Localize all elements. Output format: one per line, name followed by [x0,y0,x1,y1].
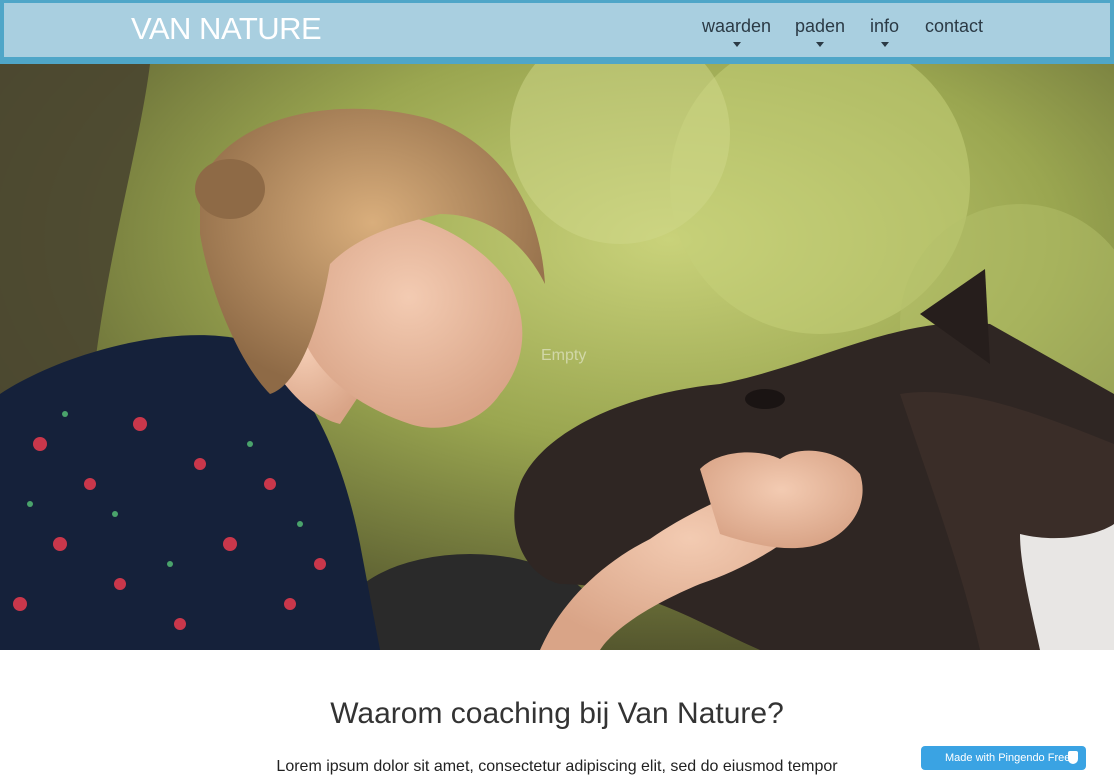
chevron-down-icon [732,42,741,47]
hero-image: Empty [0,64,1114,650]
nav-item-paden[interactable]: paden [795,16,845,47]
nav-item-label: info [870,16,900,36]
nav-item-label: contact [925,16,984,36]
nav-item-label: paden [795,16,846,36]
chevron-down-icon [816,42,825,47]
badge-label: Made with Pingendo Free [945,752,1071,764]
navbar-inner: VAN NATURE waarden paden info contact [4,3,1110,57]
nav-item-label: waarden [702,16,772,36]
nav-item-waarden[interactable]: waarden [702,16,771,47]
nav-item-contact[interactable]: contact [925,16,983,37]
section-heading: Waarom coaching bij Van Nature? [330,697,784,730]
nav-item-info[interactable]: info [870,16,899,47]
brand-logo[interactable]: VAN NATURE [131,11,322,47]
navbar: VAN NATURE waarden paden info contact [0,0,1114,64]
hero-placeholder-text: Empty [541,347,587,364]
pingendo-badge[interactable]: Made with Pingendo Free [921,746,1086,770]
chevron-down-icon [880,42,889,47]
pingendo-logo-icon [1068,751,1078,764]
